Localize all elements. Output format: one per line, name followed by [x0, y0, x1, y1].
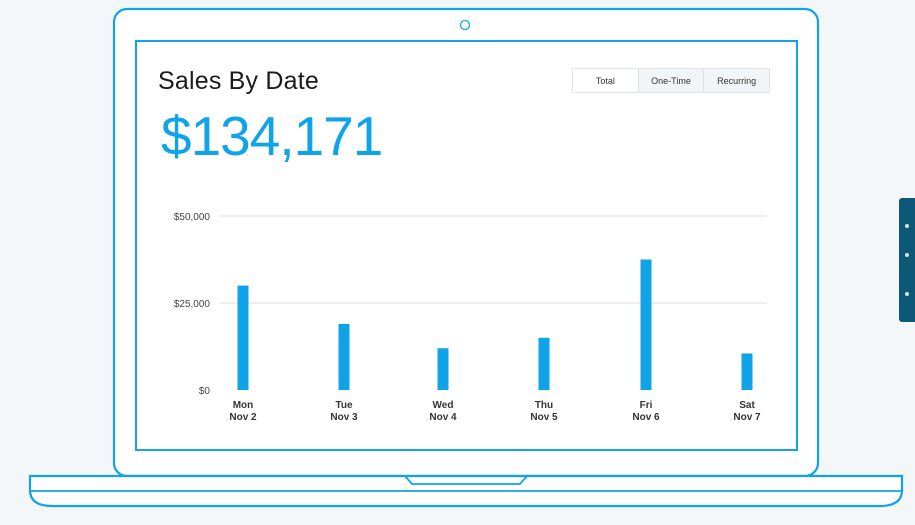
x-tick-label: Fri: [640, 400, 653, 411]
side-feedback-tab[interactable]: [899, 198, 915, 322]
side-tab-dot: [905, 253, 909, 257]
x-tick-label: Mon: [233, 400, 254, 411]
bar: [741, 353, 753, 390]
x-tick-sublabel: Nov 5: [530, 412, 558, 423]
x-tick-sublabel: Nov 7: [733, 412, 761, 423]
y-tick-label: $0: [199, 386, 211, 397]
x-tick-sublabel: Nov 6: [632, 412, 660, 423]
y-tick-label: $25,000: [174, 299, 211, 310]
side-tab-dot: [905, 292, 909, 296]
x-tick-sublabel: Nov 4: [429, 412, 457, 423]
x-tick-sublabel: Nov 3: [330, 412, 358, 423]
x-tick-label: Thu: [535, 400, 553, 411]
bar: [237, 285, 249, 390]
bar: [538, 337, 550, 390]
bar: [437, 348, 449, 390]
bar: [338, 323, 350, 390]
x-tick-label: Sat: [739, 400, 755, 411]
x-tick-label: Tue: [335, 400, 352, 411]
x-tick-label: Wed: [433, 400, 454, 411]
x-tick-sublabel: Nov 2: [229, 412, 257, 423]
sales-bar-chart: $0 $25,000 $50,000 MonNov 2 TueNov 3 WedNov 4…: [174, 212, 767, 423]
sales-widget: Sales By Date $134,171 Total One-Time Re…: [135, 40, 798, 451]
bar: [640, 259, 652, 390]
side-tab-dot: [905, 224, 909, 228]
y-tick-label: $50,000: [174, 212, 211, 223]
